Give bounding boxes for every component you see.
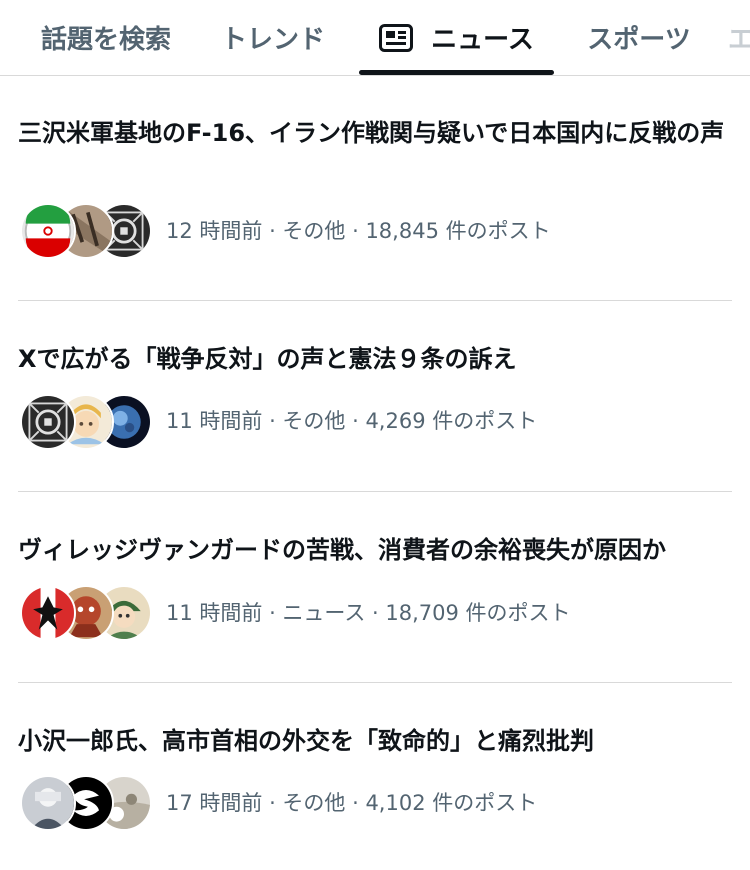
news-meta: 12 時間前 · その他 · 18,845 件のポスト [166,219,551,243]
news-meta: 11 時間前 · その他 · 4,269 件のポスト [166,409,538,433]
tab-bar: 話題を検索 トレンド ニュース スポーツ エ [0,0,750,76]
avatar-stack [20,585,152,641]
news-meta: 11 時間前 · ニュース · 18,709 件のポスト [166,601,571,625]
avatar-stack [20,203,152,259]
divider [18,491,732,492]
tab-label: ニュース [431,25,534,55]
tab-label: エ [728,25,750,55]
divider [18,682,732,683]
tab-label: 話題を検索 [40,25,171,55]
news-meta: 17 時間前 · その他 · 4,102 件のポスト [166,791,538,815]
tab-label: トレンド [220,25,325,55]
tab-news[interactable]: ニュース [360,0,553,75]
tab-sports[interactable]: スポーツ [574,0,704,75]
avatar [20,394,76,450]
avatar-stack [20,394,152,450]
avatar [20,775,76,831]
news-headline: 小沢一郎氏、高市首相の外交を「致命的」と痛烈批判 [18,727,594,755]
tab-label: スポーツ [587,25,691,55]
news-icon [379,23,414,52]
tab-entertainment[interactable]: エ [728,0,750,75]
news-headline: Xで広がる「戦争反対」の声と憲法９条の訴え [18,345,517,373]
news-headline: 三沢米軍基地のF-16、イラン作戦関与疑いで日本国内に反戦の声 [18,119,725,147]
divider [18,300,732,301]
avatar [20,203,76,259]
news-headline: ヴィレッジヴァンガードの苦戦、消費者の余裕喪失が原因か [18,536,666,564]
tab-trends[interactable]: トレンド [208,0,338,75]
active-tab-indicator [359,70,554,75]
tab-explore[interactable]: 話題を検索 [20,0,192,75]
avatar [20,585,76,641]
avatar-stack [20,775,152,831]
